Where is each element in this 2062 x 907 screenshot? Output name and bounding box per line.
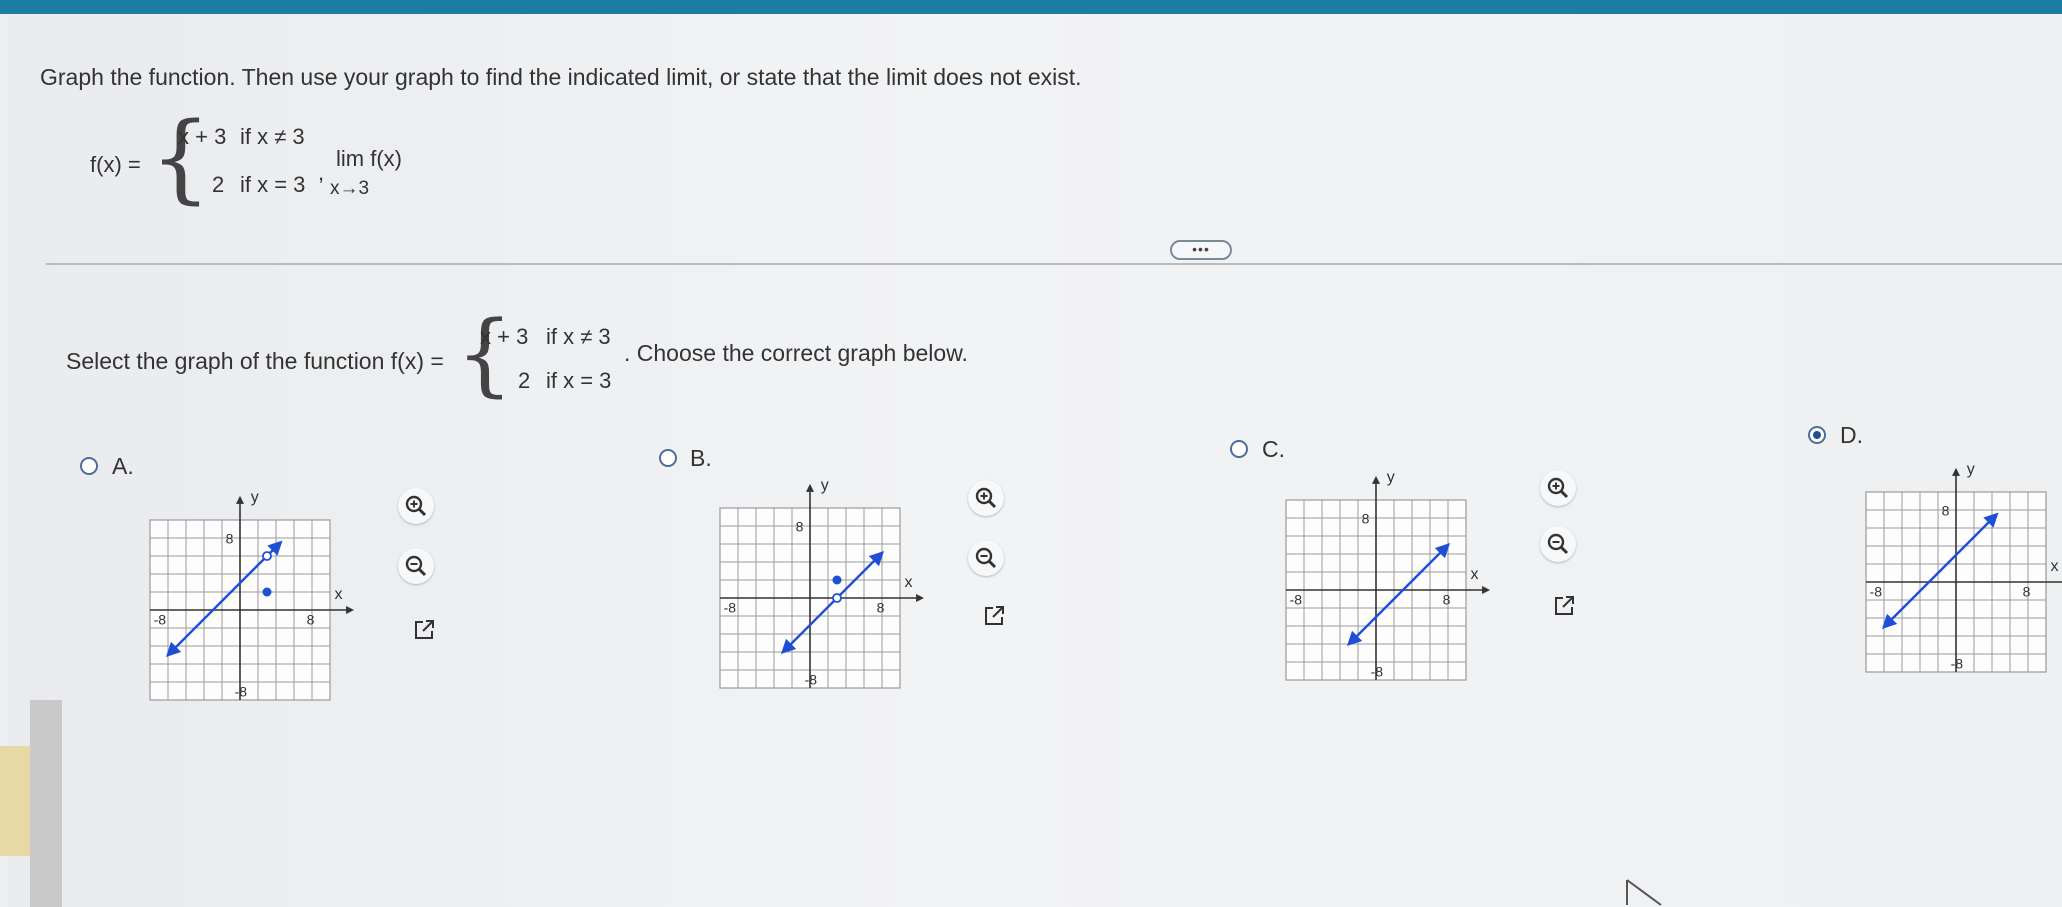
separator: , [318, 160, 325, 185]
cursor-pointer-icon [1626, 879, 1662, 906]
zoom-out-icon [975, 547, 997, 569]
x-axis-label: x [2051, 558, 2059, 575]
graph-option-d[interactable]: y x 8 -8 8 -8 [1846, 461, 2062, 702]
fx-label: f(x) = [90, 152, 141, 177]
option-b-label[interactable]: B. [690, 445, 712, 472]
zoom-in-button-a[interactable] [398, 488, 434, 524]
x-tick-label-neg8: -8 [154, 611, 167, 627]
part-prompt-end: . Choose the correct graph below. [624, 340, 968, 366]
question-panel [8, 14, 2062, 907]
option-d-radio[interactable] [1808, 426, 1826, 444]
option-a-radio[interactable] [80, 457, 98, 475]
graph-option-a[interactable]: y x 8 -8 8 -8 [130, 489, 390, 730]
zoom-in-button-c[interactable] [1540, 470, 1576, 506]
open-external-icon [985, 606, 1004, 625]
zoom-in-button-b[interactable] [968, 480, 1004, 516]
x-tick-label-neg8: -8 [1870, 583, 1883, 599]
zoom-in-icon [975, 487, 997, 509]
left-scrollbar[interactable] [30, 700, 62, 907]
y-axis-label: y [1387, 469, 1395, 486]
y-tick-label-8: 8 [226, 530, 234, 546]
section-divider [46, 263, 2062, 265]
zoom-in-icon [1547, 477, 1569, 499]
zoom-out-button-c[interactable] [1540, 526, 1576, 562]
filled-point [832, 575, 842, 585]
case2-expr: 2 [212, 172, 225, 197]
y-axis-label: y [251, 489, 259, 506]
option-c-label[interactable]: C. [1262, 436, 1285, 463]
option-c-radio[interactable] [1230, 440, 1248, 458]
case1-cond: if x ≠ 3 [240, 124, 305, 149]
graph-option-b[interactable]: y x 8 -8 8 -8 [700, 477, 960, 718]
part-case2-expr: 2 [518, 368, 531, 393]
open-external-icon [1555, 596, 1574, 615]
top-bar [0, 0, 2062, 14]
y-tick-label-neg8: -8 [1371, 663, 1384, 679]
open-graph-button-b[interactable] [976, 598, 1012, 634]
x-axis-label: x [335, 586, 343, 603]
option-a-label[interactable]: A. [112, 453, 134, 480]
x-axis-label: x [905, 574, 913, 591]
zoom-in-icon [405, 495, 427, 517]
option-b-radio[interactable] [659, 449, 677, 467]
part-prompt: Select the graph of the function f(x) = [66, 348, 444, 374]
y-tick-label-8: 8 [1362, 510, 1370, 526]
graph-option-c[interactable]: y x 8 -8 8 -8 [1266, 469, 1526, 710]
x-tick-label-8: 8 [307, 611, 315, 627]
more-button[interactable]: ••• [1170, 240, 1232, 260]
y-tick-label-8: 8 [1942, 502, 1950, 518]
part-case1-expr: x + 3 [480, 324, 529, 349]
x-tick-label-8: 8 [1443, 591, 1451, 607]
limit-subscript: x→3 [330, 178, 370, 199]
y-axis-label: y [1967, 461, 1975, 478]
open-graph-button-a[interactable] [406, 612, 442, 648]
x-tick-label-8: 8 [2023, 583, 2031, 599]
zoom-out-button-b[interactable] [968, 540, 1004, 576]
x-axis-label: x [1471, 566, 1479, 583]
part-case2-cond: if x = 3 [546, 368, 612, 393]
zoom-out-button-a[interactable] [398, 548, 434, 584]
x-tick-label-8: 8 [877, 599, 885, 615]
limit-expression: lim f(x) [336, 146, 402, 171]
filled-point [262, 587, 272, 597]
y-tick-label-neg8: -8 [1951, 655, 1964, 671]
case2-cond: if x = 3 [240, 172, 306, 197]
question-instruction: Graph the function. Then use your graph … [40, 64, 1082, 90]
open-circle-point [832, 593, 842, 603]
zoom-out-icon [1547, 533, 1569, 555]
case1-expr: x + 3 [178, 124, 227, 149]
y-tick-label-8: 8 [796, 518, 804, 534]
y-axis-label: y [821, 477, 829, 494]
zoom-out-icon [405, 555, 427, 577]
open-external-icon [415, 620, 434, 639]
part-case1-cond: if x ≠ 3 [546, 324, 611, 349]
x-tick-label-neg8: -8 [1290, 591, 1303, 607]
open-graph-button-c[interactable] [1546, 588, 1582, 624]
y-tick-label-neg8: -8 [805, 671, 818, 687]
option-d-label[interactable]: D. [1840, 422, 1863, 449]
y-tick-label-neg8: -8 [235, 683, 248, 699]
x-tick-label-neg8: -8 [724, 599, 737, 615]
open-circle-point [262, 551, 272, 561]
